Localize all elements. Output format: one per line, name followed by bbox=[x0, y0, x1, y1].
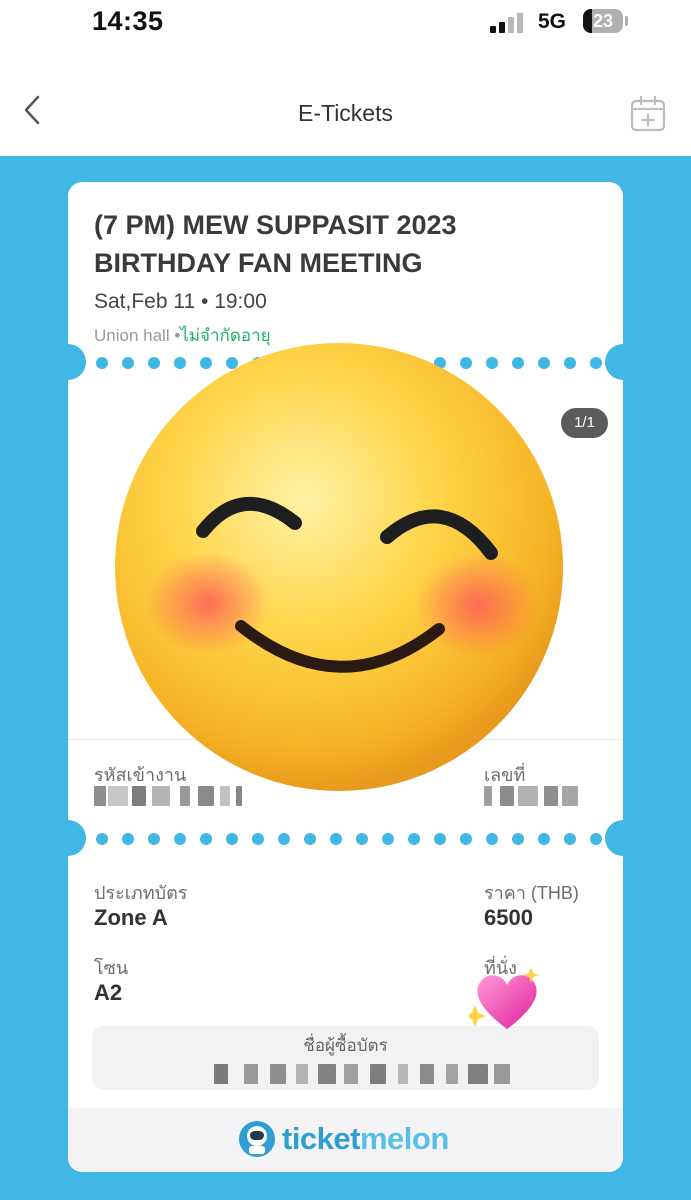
zone-label: โซน bbox=[94, 958, 129, 978]
perforation-dot bbox=[356, 833, 368, 845]
perforation-dot bbox=[486, 833, 498, 845]
status-time: 14:35 bbox=[92, 6, 164, 36]
battery-level: 23 bbox=[592, 11, 614, 31]
perforation-dot bbox=[382, 833, 394, 845]
calendar-add-icon bbox=[630, 95, 666, 132]
event-date-time: Sat,Feb 11 • 19:00 bbox=[94, 290, 267, 313]
perforation-dot bbox=[434, 833, 446, 845]
perforation-dot bbox=[564, 833, 576, 845]
event-title-line: BIRTHDAY FAN MEETING bbox=[94, 248, 423, 278]
ticket-notch-right bbox=[605, 344, 641, 380]
price-label: ราคา (THB) bbox=[484, 883, 579, 903]
perforation-dot bbox=[590, 833, 602, 845]
ticket-notch-left bbox=[50, 344, 86, 380]
perforation-dot bbox=[122, 833, 134, 845]
ticket-notch-right bbox=[605, 820, 641, 856]
brand-prefix: ticket bbox=[282, 1121, 360, 1156]
perforation-dot bbox=[226, 833, 238, 845]
brand-suffix: melon bbox=[359, 1121, 449, 1156]
perforation-dot bbox=[590, 357, 602, 369]
add-to-calendar-button[interactable] bbox=[628, 94, 668, 134]
event-title: (7 PM) MEW SUPPASIT 2023 BIRTHDAY FAN ME… bbox=[94, 206, 594, 282]
sparkling-heart-emoji bbox=[469, 967, 539, 1029]
network-type: 5G bbox=[538, 10, 567, 33]
page-title: E-Tickets bbox=[298, 100, 393, 126]
event-title-line: (7 PM) MEW SUPPASIT 2023 bbox=[94, 210, 457, 240]
buyer-name-box: ชื่อผู้ซื้อบัตร bbox=[92, 1026, 599, 1090]
ticket-page-indicator: 1/1 bbox=[561, 408, 608, 438]
perforation-dot bbox=[538, 833, 550, 845]
price-value: 6500 bbox=[484, 905, 533, 930]
perforation-dot bbox=[96, 357, 108, 369]
signal-icon bbox=[490, 13, 524, 33]
ticket-notch-left bbox=[50, 820, 86, 856]
perforation-dot bbox=[174, 833, 186, 845]
battery-icon: 23 bbox=[583, 9, 623, 33]
astronaut-logo-icon bbox=[239, 1121, 275, 1157]
perforation-dot bbox=[330, 833, 342, 845]
perforation-dot bbox=[96, 833, 108, 845]
app-header: 14:35 5G 23 E-Tickets bbox=[0, 0, 691, 156]
battery-tip bbox=[625, 16, 628, 26]
perforation-dot bbox=[148, 833, 160, 845]
brand-name: ticketmelon bbox=[282, 1121, 449, 1157]
perforation-dot bbox=[408, 833, 420, 845]
perforation-bottom bbox=[96, 833, 602, 845]
buyer-name-label: ชื่อผู้ซื้อบัตร bbox=[303, 1036, 388, 1055]
perforation-dot bbox=[200, 833, 212, 845]
buyer-name-redacted bbox=[214, 1064, 514, 1084]
perforation-dot bbox=[460, 833, 472, 845]
smiling-face-emoji bbox=[115, 343, 563, 791]
perforation-dot bbox=[304, 833, 316, 845]
zone-value: A2 bbox=[94, 980, 123, 1005]
ticketmelon-logo: ticketmelon bbox=[238, 1119, 449, 1159]
perforation-dot bbox=[278, 833, 290, 845]
perforation-dot bbox=[512, 833, 524, 845]
ticket-type-label: ประเภทบัตร bbox=[94, 883, 188, 903]
perforation-dot bbox=[252, 833, 264, 845]
ticket-type-value: Zone A bbox=[94, 905, 168, 930]
